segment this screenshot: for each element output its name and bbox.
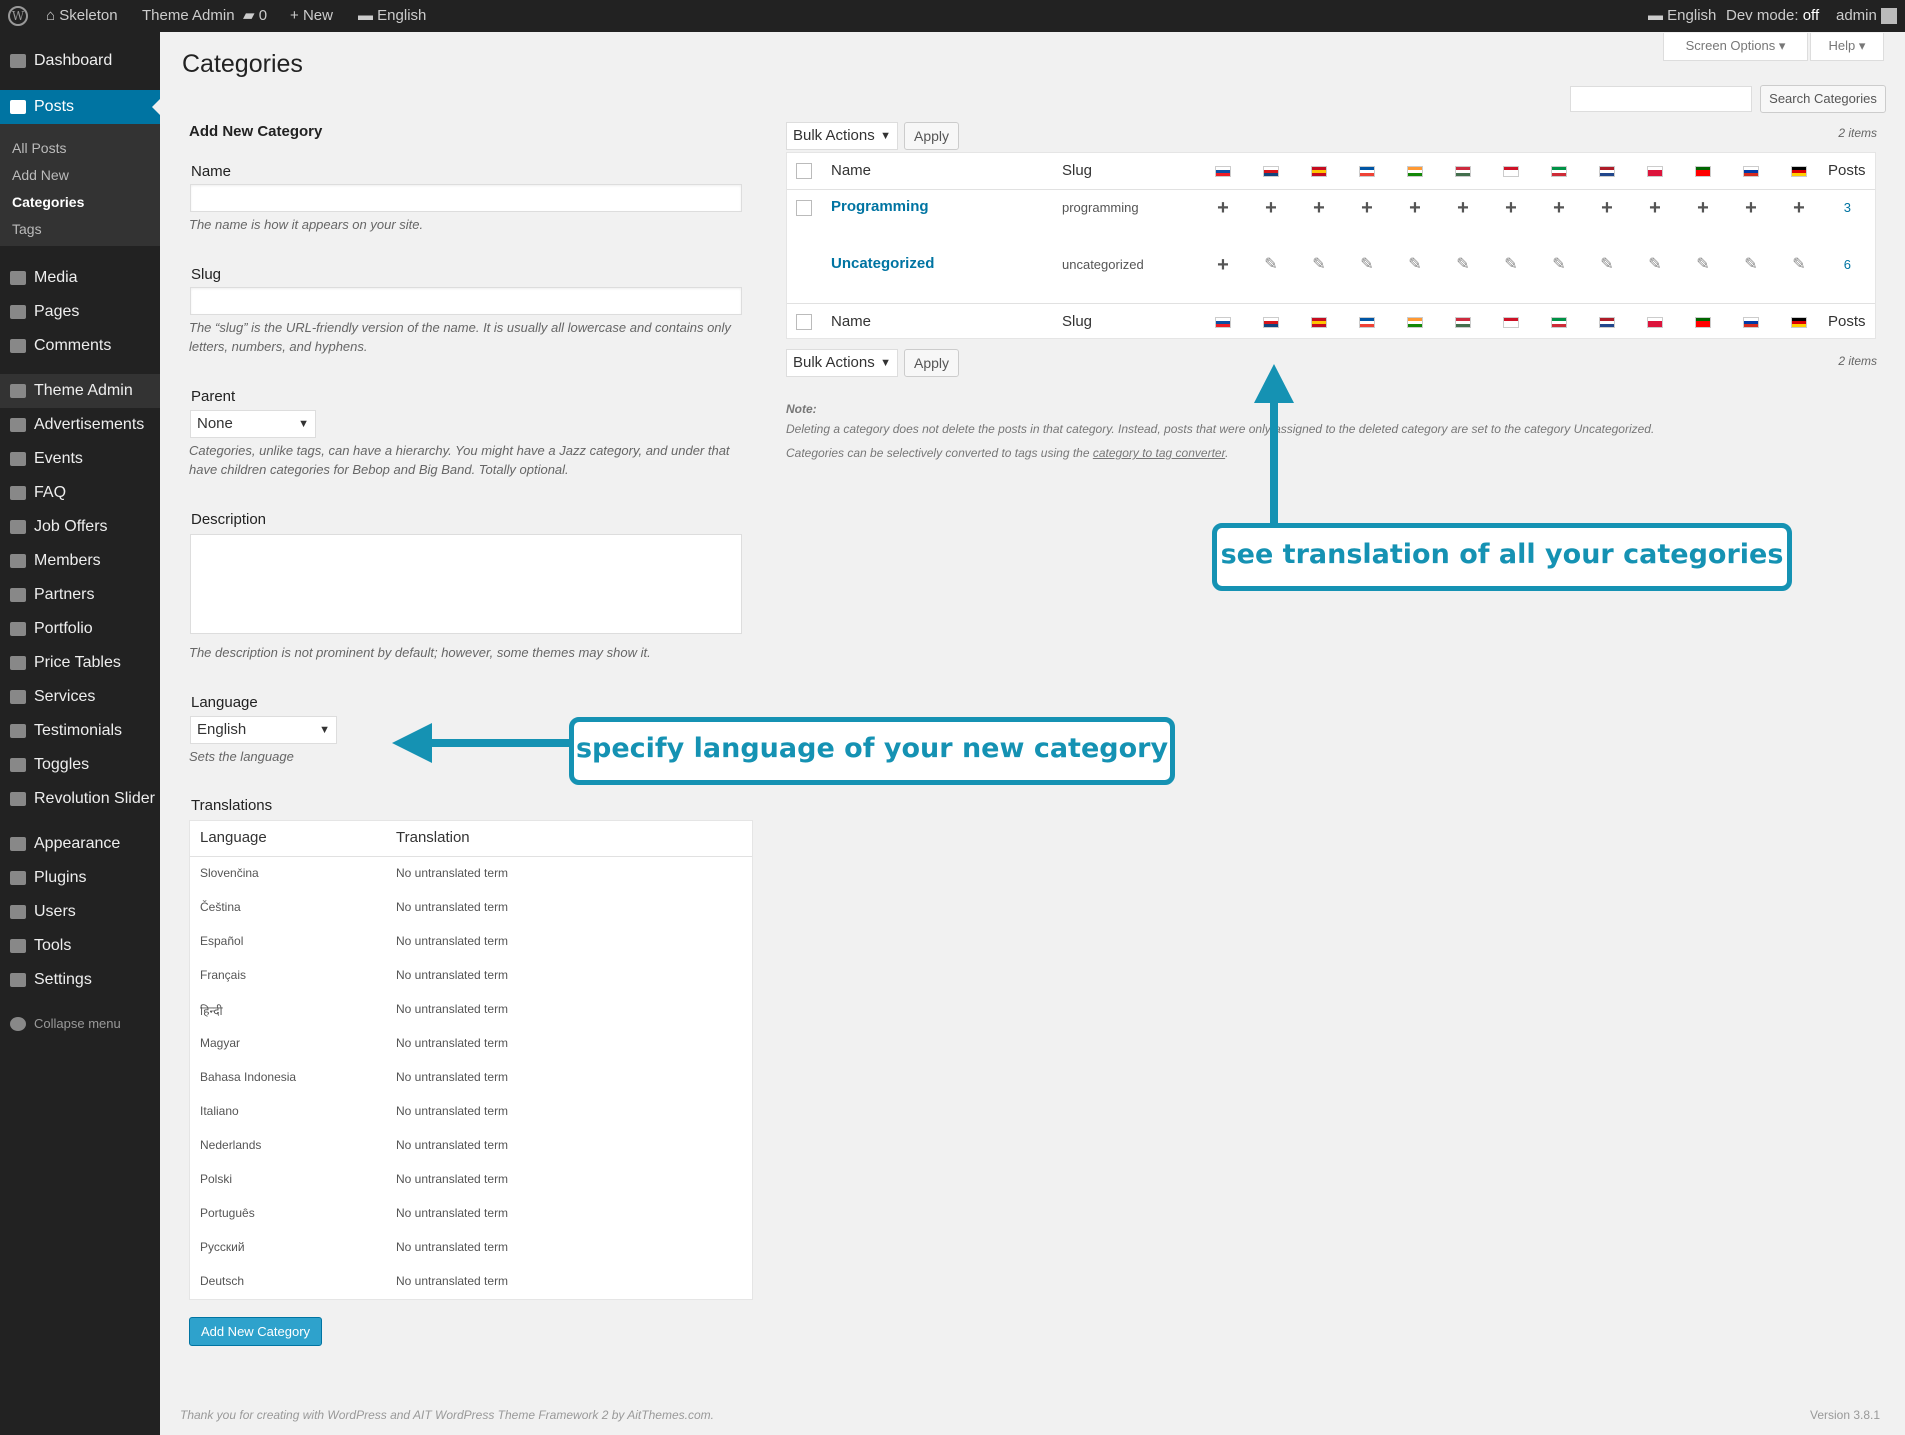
footer-thanks: Thank you for creating with WordPress an… [180, 1408, 714, 1422]
arrow-left-head [392, 723, 432, 763]
language-callout: specify language of your new category [569, 717, 1175, 785]
arrow-left-shaft [428, 739, 572, 747]
arrow-up-shaft [1270, 395, 1278, 527]
arrow-up-head [1254, 364, 1294, 403]
footer-version: Version 3.8.1 [1810, 1408, 1881, 1422]
translations-callout: see translation of all your categories [1212, 523, 1792, 591]
